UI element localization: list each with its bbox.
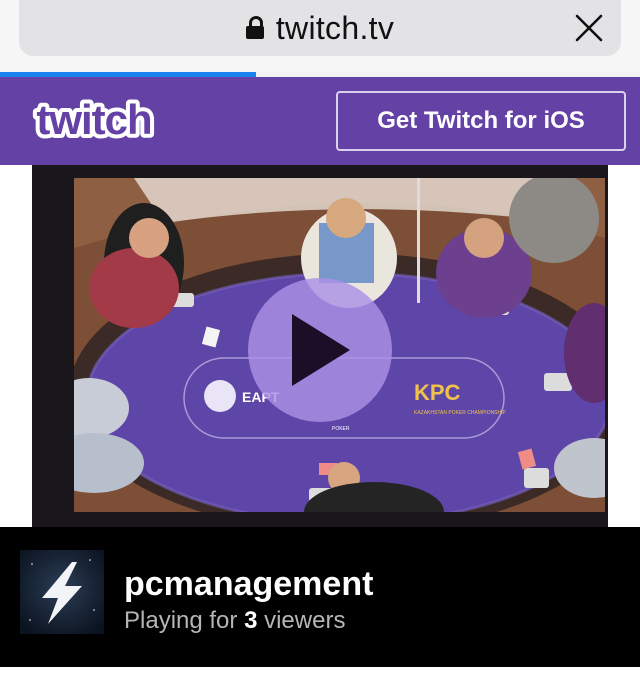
felt-logo-kpc-text: KAZAKHSTAN POKER CHAMPIONSHIP [414,410,507,416]
play-icon [292,314,350,386]
lock-icon [245,16,264,40]
browser-toolbar: twitch.tv [0,0,640,72]
status-suffix: viewers [264,607,346,634]
url-text[interactable]: twitch.tv [276,10,394,47]
play-button[interactable] [248,278,392,422]
avatar[interactable] [20,550,104,634]
get-twitch-ios-button[interactable]: Get Twitch for iOS [336,91,626,151]
twitch-logo[interactable]: twitch twitch [14,96,174,146]
felt-logo-kpc: KPC [414,380,461,405]
address-bar-content[interactable]: twitch.tv [19,9,621,47]
twitch-logo-text: twitch [36,96,151,143]
viewer-count: 3 [244,607,258,634]
felt-logo-small: POKER [332,426,350,432]
video-player[interactable]: EAPT KPC KAZAKHSTAN POKER CHAMPIONSHIP P… [0,165,640,527]
stream-status: Playing for 3 viewers [124,607,345,635]
close-icon[interactable] [573,12,605,44]
address-bar[interactable]: twitch.tv [19,0,621,56]
status-prefix: Playing for [124,607,238,634]
channel-info-bar[interactable]: pcmanagement Playing for 3 viewers [0,527,640,667]
bottom-strip [0,667,640,677]
lightning-bolt-icon [20,550,104,634]
channel-name[interactable]: pcmanagement [124,565,373,604]
twitch-header: twitch twitch Get Twitch for iOS [0,77,640,165]
